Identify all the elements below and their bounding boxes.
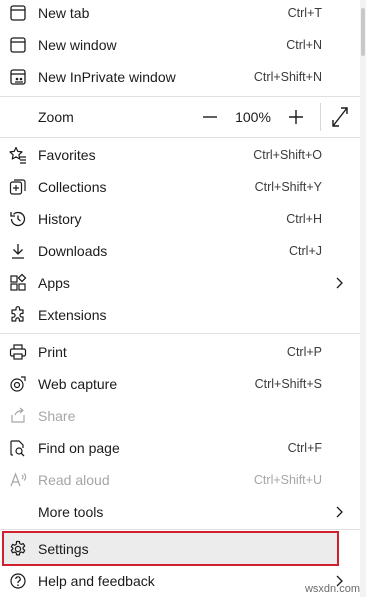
menu-item-settings[interactable]: Settings	[0, 533, 360, 565]
menu-item-share[interactable]: Share	[0, 400, 360, 432]
zoom-level: 100%	[235, 109, 271, 125]
read-aloud-label: Read aloud	[38, 472, 110, 488]
new-window-label: New window	[38, 37, 117, 53]
printer-icon	[8, 342, 28, 362]
print-label: Print	[38, 344, 67, 360]
download-icon	[8, 241, 28, 261]
apps-grid-icon	[8, 273, 28, 293]
new-inprivate-label: New InPrivate window	[38, 69, 176, 85]
extensions-label: Extensions	[38, 307, 107, 323]
gear-icon	[8, 539, 28, 559]
zoom-out-button[interactable]	[196, 97, 224, 137]
web-capture-icon	[8, 374, 28, 394]
collections-shortcut: Ctrl+Shift+Y	[254, 180, 322, 194]
history-shortcut: Ctrl+H	[286, 212, 322, 226]
menu-divider	[0, 529, 360, 530]
extensions-puzzle-icon	[8, 305, 28, 325]
more-tools-label: More tools	[38, 504, 104, 520]
zoom-divider	[320, 103, 321, 131]
menu-item-print[interactable]: Print Ctrl+P	[0, 336, 360, 368]
zoom-label: Zoom	[38, 109, 74, 125]
menu-item-extensions[interactable]: Extensions	[0, 299, 360, 331]
print-shortcut: Ctrl+P	[286, 345, 322, 359]
menu-item-web-capture[interactable]: Web capture Ctrl+Shift+S	[0, 368, 360, 400]
chevron-right-icon	[332, 276, 346, 290]
menu-divider	[0, 137, 360, 138]
menu-item-apps[interactable]: Apps	[0, 267, 360, 299]
menu-item-new-tab[interactable]: New tab Ctrl+T	[0, 0, 360, 29]
find-on-page-label: Find on page	[38, 440, 120, 456]
help-and-feedback-label: Help and feedback	[38, 573, 155, 589]
chevron-right-icon	[332, 505, 346, 519]
new-tab-icon	[8, 3, 28, 23]
menu-item-history[interactable]: History Ctrl+H	[0, 203, 360, 235]
share-icon	[8, 406, 28, 426]
collections-icon	[8, 177, 28, 197]
menu-item-new-inprivate-window[interactable]: New InPrivate window Ctrl+Shift+N	[0, 61, 360, 93]
menu-item-find-on-page[interactable]: Find on page Ctrl+F	[0, 432, 360, 464]
fullscreen-button[interactable]	[328, 97, 352, 137]
new-window-shortcut: Ctrl+N	[286, 38, 322, 52]
read-aloud-icon	[8, 470, 28, 490]
new-tab-label: New tab	[38, 5, 90, 21]
find-on-page-icon	[8, 438, 28, 458]
settings-label: Settings	[38, 541, 89, 557]
fullscreen-icon	[332, 107, 348, 127]
inprivate-window-icon	[8, 67, 28, 87]
menu-item-new-window[interactable]: New window Ctrl+N	[0, 29, 360, 61]
downloads-label: Downloads	[38, 243, 108, 259]
menu-item-downloads[interactable]: Downloads Ctrl+J	[0, 235, 360, 267]
favorites-star-icon	[8, 145, 28, 165]
history-label: History	[38, 211, 82, 227]
menu-item-read-aloud[interactable]: Read aloud Ctrl+Shift+U	[0, 464, 360, 496]
favorites-shortcut: Ctrl+Shift+O	[253, 148, 322, 162]
menu-item-collections[interactable]: Collections Ctrl+Shift+Y	[0, 171, 360, 203]
help-question-icon	[8, 571, 28, 591]
menu-divider	[0, 333, 360, 334]
scrollbar-track[interactable]	[360, 0, 366, 597]
new-inprivate-shortcut: Ctrl+Shift+N	[253, 70, 322, 84]
new-tab-shortcut: Ctrl+T	[287, 6, 322, 20]
find-on-page-shortcut: Ctrl+F	[287, 441, 322, 455]
browser-settings-menu: New tab Ctrl+T New window Ctrl+N New InP…	[0, 0, 360, 597]
zoom-row: Zoom 100%	[0, 97, 360, 137]
menu-item-favorites[interactable]: Favorites Ctrl+Shift+O	[0, 139, 360, 171]
menu-item-more-tools[interactable]: More tools	[0, 496, 360, 528]
downloads-shortcut: Ctrl+J	[289, 244, 322, 258]
apps-label: Apps	[38, 275, 70, 291]
read-aloud-shortcut: Ctrl+Shift+U	[253, 473, 322, 487]
new-window-icon	[8, 35, 28, 55]
scrollbar-thumb[interactable]	[361, 8, 365, 56]
zoom-in-button[interactable]	[282, 97, 310, 137]
favorites-label: Favorites	[38, 147, 96, 163]
watermark-text: wsxdn.com	[304, 583, 360, 595]
web-capture-shortcut: Ctrl+Shift+S	[254, 377, 322, 391]
collections-label: Collections	[38, 179, 107, 195]
web-capture-label: Web capture	[38, 376, 118, 392]
share-label: Share	[38, 408, 76, 424]
history-clock-icon	[8, 209, 28, 229]
